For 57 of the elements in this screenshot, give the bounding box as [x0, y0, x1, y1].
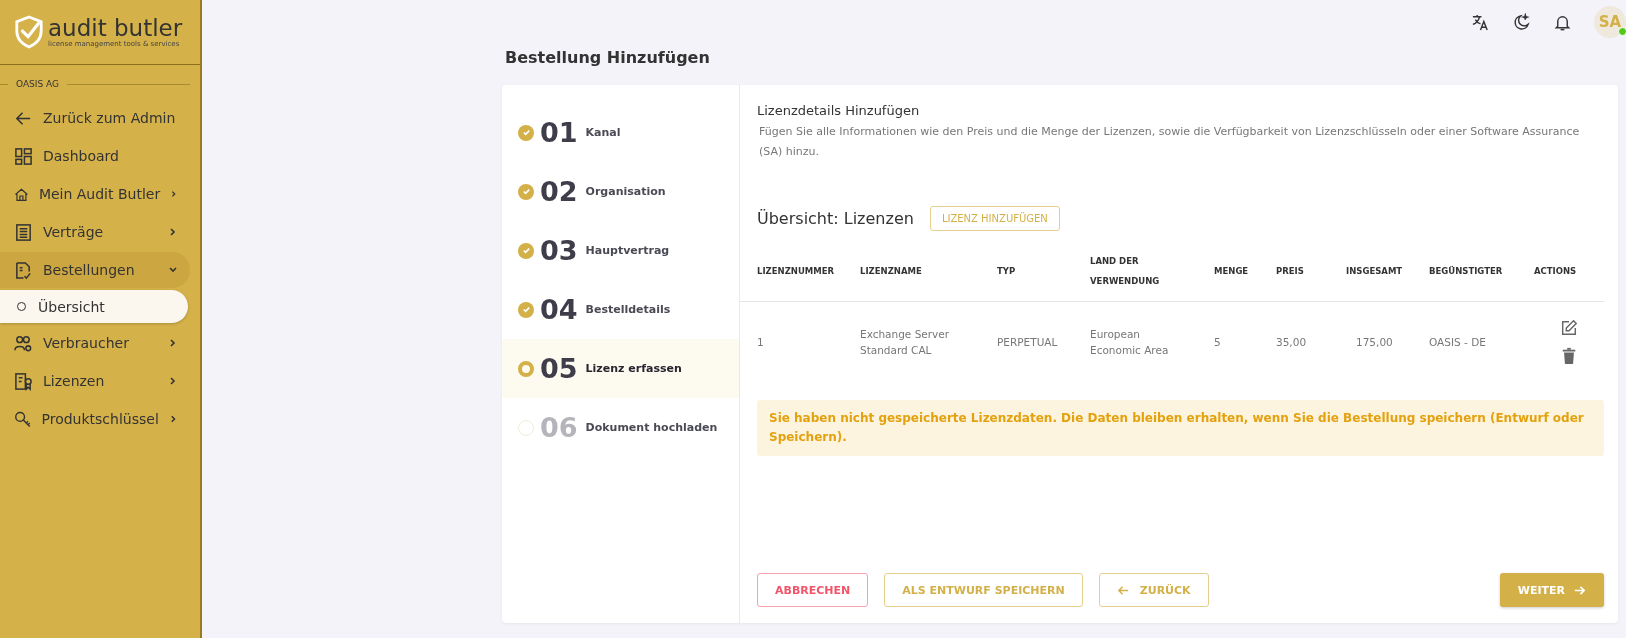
table-cell-text: 5 [1214, 335, 1222, 350]
chevron-down-icon [168, 265, 178, 275]
table-cell-text: OASIS - DE [1429, 335, 1487, 350]
column-header: LIZENZNAME [860, 265, 923, 278]
stepper-item[interactable]: 04 Bestelldetails [502, 280, 739, 339]
clipboard-icon [14, 260, 33, 280]
chevron-right-icon [170, 189, 178, 199]
stepper-item[interactable]: 02 Organisation [502, 162, 739, 221]
table-cell-text: Exchange Server Standard CAL [860, 327, 951, 358]
column-header: MENGE [1214, 265, 1250, 278]
section-description: Fügen Sie alle Informationen wie den Preis und die Menge der Lizenzen, sowie die Verfügbarkeit von Lizenzschlüsseln oder einer Software Assurance (SA) hinzu. [759, 124, 1581, 160]
chevron-right-icon [168, 227, 178, 237]
table-title: Übersicht: Lizenzen [757, 209, 914, 228]
chevron-right-icon [168, 338, 178, 348]
dashboard-icon [14, 146, 33, 166]
shield-check-icon [14, 15, 44, 49]
nav-item[interactable]: Bestellungen [0, 252, 190, 288]
column-header: LAND DER VERWENDUNG [1090, 255, 1161, 288]
nav-item[interactable]: Lizenzen [0, 363, 190, 399]
key-icon [14, 409, 32, 429]
column-header: INSGESAMT [1346, 265, 1404, 278]
stepper-item[interactable]: 05 Lizenz erfassen [502, 339, 739, 398]
users-icon [14, 333, 33, 353]
table-cell-text: 1 [757, 335, 765, 350]
nav-item[interactable]: Verträge [0, 214, 190, 250]
cancel-button[interactable]: ABBRECHEN [757, 573, 869, 607]
stepper-item[interactable]: 01 Kanal [502, 103, 739, 162]
nav-item[interactable]: Produktschlüssel [0, 401, 190, 437]
nav-subitem[interactable]: Übersicht [0, 290, 188, 323]
nav-item[interactable]: Zurück zum Admin [0, 100, 190, 136]
certificate-icon [14, 371, 33, 391]
translate-icon[interactable] [1471, 12, 1490, 32]
column-header: PREIS [1276, 265, 1305, 278]
document-icon [14, 222, 33, 242]
column-header: LIZENZNUMMER [757, 265, 836, 278]
page-title: Bestellung Hinzufügen [505, 48, 711, 67]
stepper-item[interactable]: 03 Hauptvertrag [502, 221, 739, 280]
stepper-item[interactable]: 06 Dokument hochladen [502, 398, 739, 457]
nav-item[interactable]: Dashboard [0, 138, 190, 174]
section-label: OASIS AG [16, 79, 59, 89]
column-header: BEGÜNSTIGTER [1429, 265, 1504, 278]
warning-alert: Sie haben nicht gespeicherte Lizenzdaten. Die Daten bleiben erhalten, wenn Sie die Bestellung speichern (Entwurf oder Speichern). [757, 400, 1604, 456]
edit-icon[interactable] [1560, 319, 1578, 337]
nav-item[interactable]: Verbraucher [0, 325, 190, 361]
logo-name: audit butler [48, 16, 183, 40]
moon-icon[interactable] [1512, 12, 1531, 32]
chevron-right-icon [168, 376, 178, 386]
section-title: Lizenzdetails Hinzufügen [757, 103, 921, 118]
table-cell-text: PERPETUAL [997, 335, 1059, 350]
table-cell-text: 35,00 [1276, 335, 1308, 350]
chevron-right-icon [168, 414, 178, 424]
nav-item[interactable]: Mein Audit Butler [0, 176, 190, 212]
trash-icon[interactable] [1560, 347, 1578, 365]
column-header: ACTIONS [1534, 265, 1578, 278]
table-cell-text: 175,00 [1355, 335, 1394, 350]
column-header: TYP [997, 265, 1017, 278]
table-cell-text: European Economic Area [1090, 327, 1170, 358]
